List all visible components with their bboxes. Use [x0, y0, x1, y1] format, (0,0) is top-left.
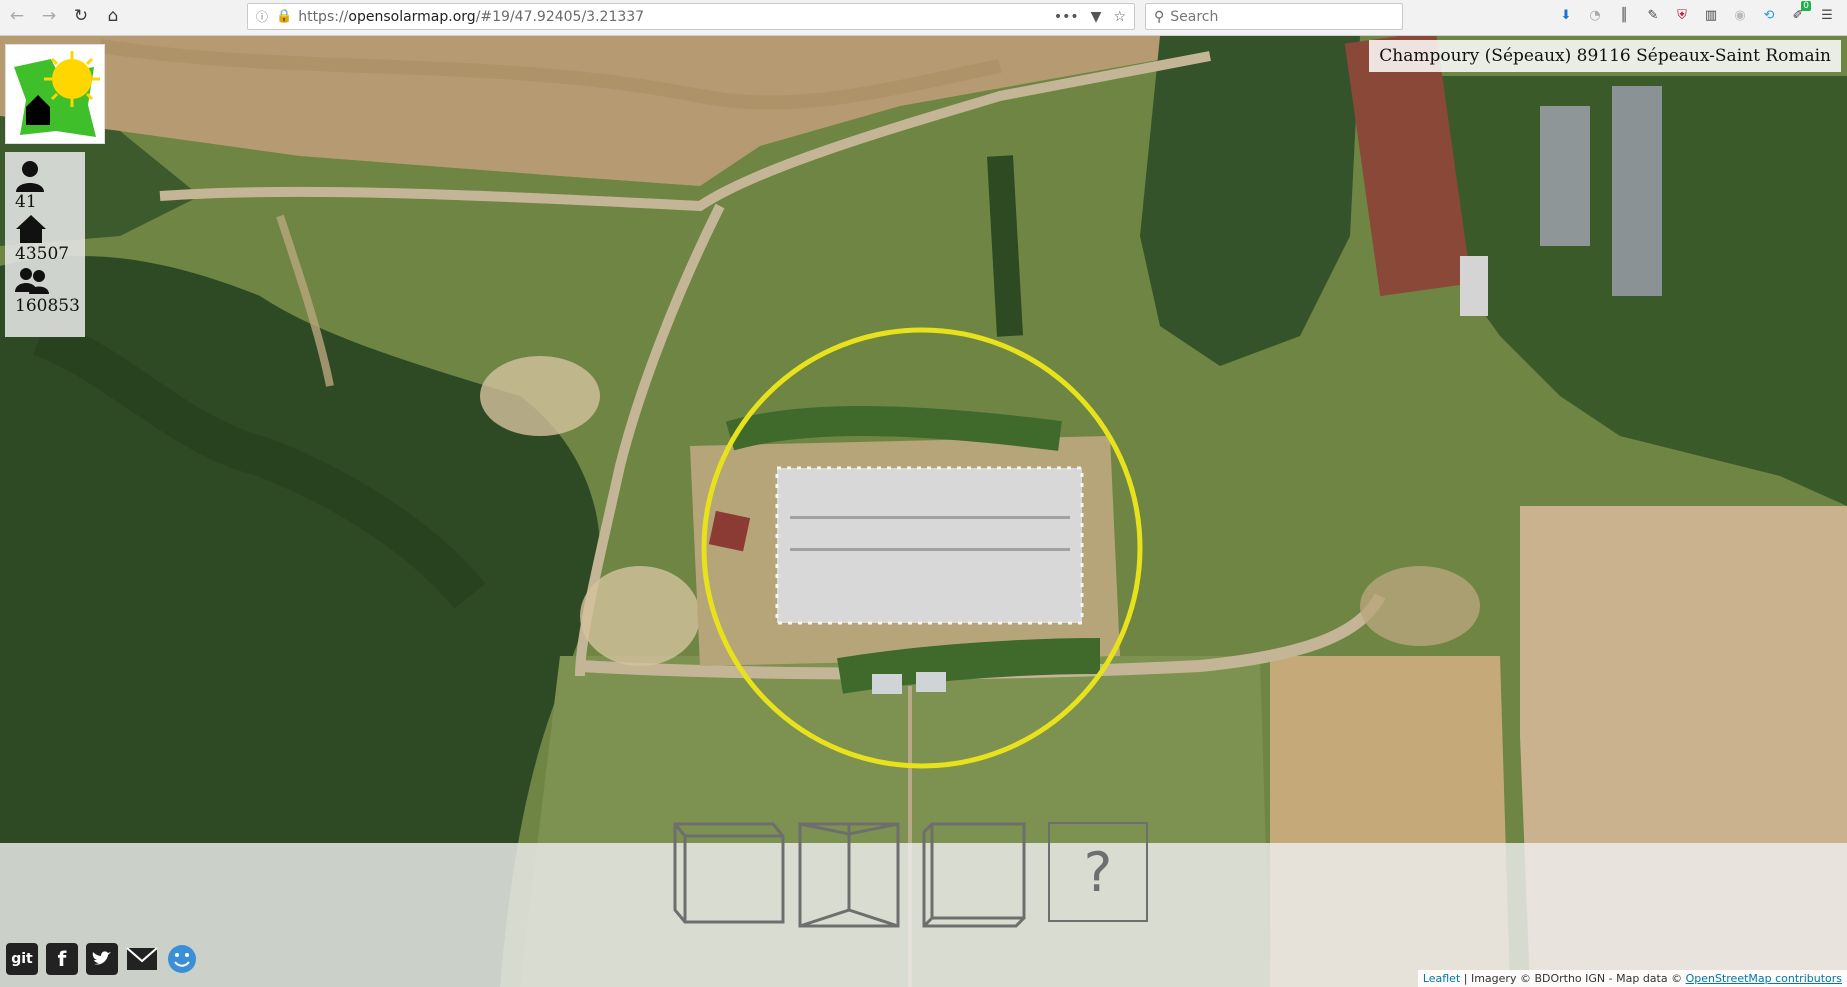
page-actions-icon[interactable]: •••: [1054, 9, 1079, 25]
orientation-button-1[interactable]: [673, 822, 785, 924]
stats-panel: 41 43507 160853: [5, 152, 85, 337]
buildings-count: 43507: [15, 244, 70, 264]
orientation-button-3[interactable]: [922, 822, 1026, 928]
ublock-icon[interactable]: ⛨: [1672, 5, 1692, 25]
tools-icon[interactable]: ✎: [1643, 5, 1663, 25]
facebook-icon[interactable]: f: [46, 943, 78, 975]
share-links: git f: [6, 943, 198, 975]
map-attribution: Leaflet | Imagery © BDOrtho IGN - Map da…: [1417, 970, 1847, 987]
rss-icon[interactable]: ◔: [1585, 5, 1605, 25]
forward-icon[interactable]: →: [35, 2, 63, 30]
extension-badge-count: 0: [1801, 1, 1811, 11]
info-icon[interactable]: ⓘ: [256, 8, 268, 25]
opensolarmap-logo[interactable]: [5, 44, 105, 144]
twitter-icon[interactable]: [86, 943, 118, 975]
menu-icon[interactable]: ☰: [1817, 5, 1837, 25]
email-icon[interactable]: [126, 943, 158, 975]
contributions-count: 160853: [15, 296, 80, 316]
library-icon[interactable]: ║: [1614, 5, 1634, 25]
osm-link[interactable]: OpenStreetMap contributors: [1686, 972, 1842, 985]
reload-icon[interactable]: ↻: [67, 2, 95, 30]
orientation-help-button[interactable]: ?: [1048, 822, 1150, 924]
orientation-button-2[interactable]: [798, 822, 900, 928]
house-icon: [16, 215, 46, 243]
user-icon: [16, 161, 44, 192]
search-icon: ⚲: [1154, 8, 1165, 25]
help-question-mark: ?: [1048, 822, 1148, 922]
leaflet-link[interactable]: Leaflet: [1423, 972, 1460, 985]
extension-link-icon[interactable]: ⟲: [1759, 5, 1779, 25]
back-icon[interactable]: ←: [3, 2, 31, 30]
url-bar[interactable]: ⓘ 🔒 https://opensolarmap.org/#19/47.9240…: [247, 3, 1135, 30]
address-label: Champoury (Sépeaux) 89116 Sépeaux-Saint …: [1369, 40, 1841, 72]
extension-b-icon[interactable]: ◉: [1730, 5, 1750, 25]
downloads-icon[interactable]: ⬇: [1556, 5, 1576, 25]
git-icon[interactable]: git: [6, 943, 38, 975]
extension-badge-icon[interactable]: ✐ 0: [1788, 1, 1811, 25]
group-icon: [15, 268, 49, 294]
home-icon[interactable]: ⌂: [99, 2, 127, 30]
globe-smiley-icon[interactable]: [166, 943, 198, 975]
url-text[interactable]: https://opensolarmap.org/#19/47.92405/3.…: [298, 9, 644, 25]
users-count: 41: [15, 192, 37, 212]
bookmark-star-icon[interactable]: ☆: [1113, 9, 1126, 25]
browser-toolbar: ← → ↻ ⌂ ⓘ 🔒 https://opensolarmap.org/#19…: [0, 0, 1847, 36]
lock-icon: 🔒: [276, 9, 293, 24]
browser-search-input[interactable]: ⚲ Search: [1145, 3, 1403, 30]
sidebar-icon[interactable]: ▥: [1701, 5, 1721, 25]
pocket-icon[interactable]: ▼: [1091, 9, 1102, 25]
